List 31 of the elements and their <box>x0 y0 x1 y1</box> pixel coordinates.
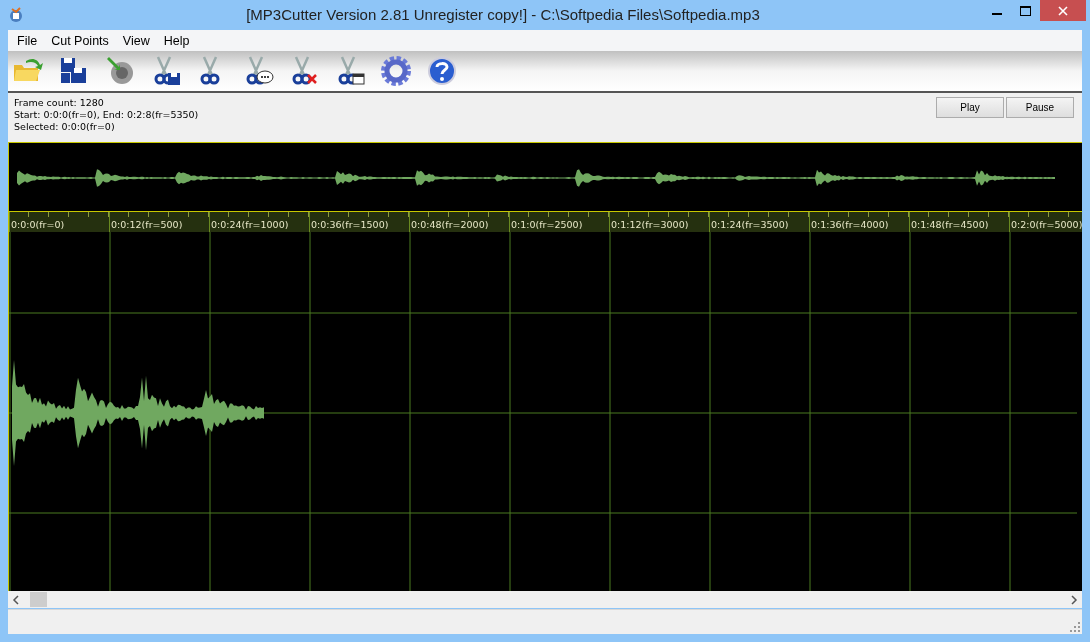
time-label: 0:1:0(fr=2500) <box>511 218 583 230</box>
maximize-icon[interactable] <box>1020 5 1031 16</box>
time-label: 0:0:48(fr=2000) <box>411 218 489 230</box>
menu-item[interactable]: File <box>10 33 45 48</box>
close-icon[interactable] <box>1058 5 1068 16</box>
time-label: 0:0:0(fr=0) <box>11 218 65 230</box>
info-line: Selected: 0:0:0(fr=0) <box>14 121 116 133</box>
window-title: [MP3Cutter Version 2.81 Unregister copy!] - C:\Softpedia Files\Softpedia.mp3 <box>245 6 761 24</box>
info-line: Start: 0:0:0(fr=0), End: 0:2:8(fr=5350) <box>14 109 199 121</box>
time-label: 0:1:12(fr=3000) <box>611 218 689 230</box>
time-label: 0:0:12(fr=500) <box>111 218 183 230</box>
time-label: 0:1:24(fr=3500) <box>711 218 789 230</box>
scroll-left-icon[interactable] <box>12 594 20 605</box>
horizontal-scrollbar[interactable] <box>8 591 1082 609</box>
time-label: 0:2:0(fr=5000) <box>1011 218 1083 230</box>
menu-item[interactable]: Cut Points <box>44 33 116 48</box>
settings-icon[interactable] <box>380 55 412 88</box>
menu-item[interactable]: View <box>115 33 157 48</box>
play-button[interactable]: Play <box>936 97 1004 118</box>
time-label: 0:0:24(fr=1000) <box>211 218 289 230</box>
scroll-thumb[interactable] <box>30 592 47 608</box>
info-line: Frame count: 1280 <box>14 97 105 109</box>
menu-item[interactable]: Help <box>156 33 197 48</box>
time-label: 0:1:36(fr=4000) <box>811 218 889 230</box>
scroll-right-icon[interactable] <box>1070 594 1078 605</box>
app-icon <box>8 6 24 23</box>
time-label: 0:0:36(fr=1500) <box>311 218 389 230</box>
time-label: 0:1:48(fr=4500) <box>911 218 989 230</box>
resize-grip-icon <box>1070 622 1080 632</box>
pause-button[interactable]: Pause <box>1006 97 1074 118</box>
help-icon[interactable] <box>426 55 458 88</box>
